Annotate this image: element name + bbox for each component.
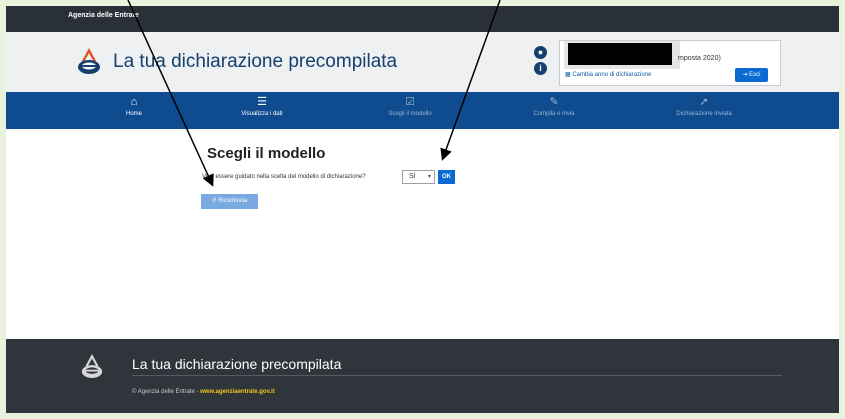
annotation-overlay — [127, 0, 501, 187]
annotation-arrow — [440, 0, 501, 161]
annotation-arrow — [127, 0, 214, 187]
